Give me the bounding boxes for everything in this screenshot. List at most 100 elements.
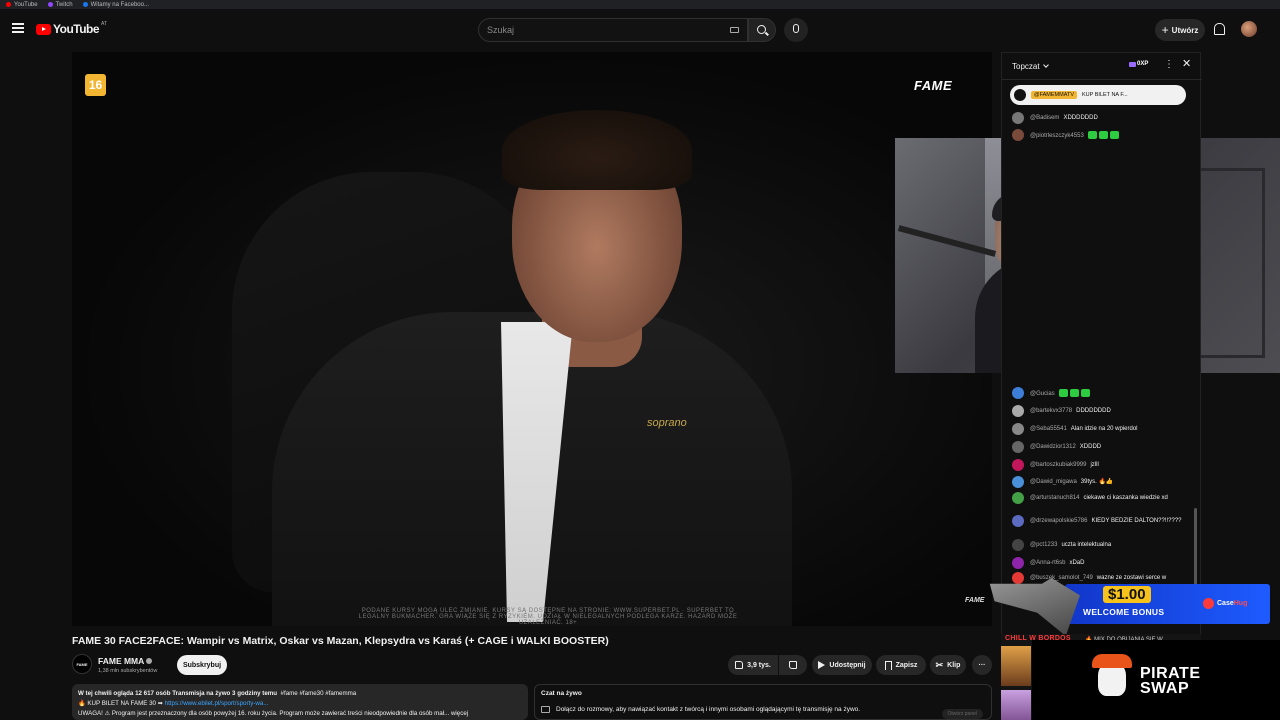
- microphone-arm: [897, 225, 997, 257]
- create-button[interactable]: + Utwórz: [1155, 19, 1205, 41]
- chat-mode-dropdown[interactable]: Topczat: [1012, 62, 1049, 71]
- share-button[interactable]: Udostępnij: [812, 655, 872, 675]
- emote-icon: [1058, 389, 1068, 397]
- plus-icon: +: [1161, 23, 1169, 37]
- chat-bubble-icon: [541, 706, 550, 713]
- fame-logo: FAME: [914, 78, 953, 93]
- open-panel-button[interactable]: Otwórz panel: [941, 709, 983, 719]
- search-icon: [757, 25, 766, 34]
- xp-badge[interactable]: 0XP: [1129, 61, 1148, 67]
- bookmark-youtube[interactable]: YouTube: [6, 2, 38, 8]
- avatar: [1012, 112, 1024, 124]
- chat-message: @Gucias: [1012, 387, 1190, 399]
- avatar: [1012, 476, 1024, 488]
- ticket-link[interactable]: https://www.ebilet.pl/sport/sporty-wa...: [165, 700, 269, 707]
- chat-message: @Anna-rt6sb xDaD: [1012, 557, 1190, 569]
- voice-search-button[interactable]: [784, 18, 808, 42]
- bookmark-facebook[interactable]: Witamy na Faceboo...: [82, 2, 149, 8]
- avatar: [1012, 492, 1024, 504]
- emote-icon: [1087, 131, 1097, 139]
- pinned-message[interactable]: @FAMEMMATV KUP BILET NA F...: [1010, 85, 1186, 105]
- channel-avatar[interactable]: FAME: [72, 654, 92, 674]
- search-input[interactable]: Szukaj: [478, 18, 748, 42]
- more-actions-button[interactable]: ···: [972, 655, 992, 675]
- more-options-icon[interactable]: ⋮: [1164, 60, 1174, 70]
- chevron-down-icon: [1042, 62, 1049, 68]
- bookmark-twitch[interactable]: Twitch: [47, 2, 73, 8]
- video-description[interactable]: W tej chwili ogląda 12 617 osób Transmis…: [72, 684, 528, 720]
- avatar: [1012, 515, 1024, 527]
- save-button[interactable]: Zapisz: [876, 655, 926, 675]
- chat-message: @Dawidzior1312 XDDDD: [1012, 441, 1190, 453]
- clip-button[interactable]: ✂ Klip: [930, 655, 966, 675]
- avatar: [1012, 441, 1024, 453]
- fame-watermark: FAME: [965, 597, 985, 604]
- dislike-button[interactable]: [779, 655, 807, 675]
- share-icon: [818, 661, 826, 669]
- casehug-logo-icon: [1203, 598, 1214, 609]
- person-hair: [502, 110, 692, 190]
- facebook-icon: [82, 2, 88, 7]
- bookmark-icon: [884, 660, 892, 670]
- chat-message: @bartoszkubiak9999 jzlll: [1012, 459, 1190, 471]
- search-button[interactable]: [748, 18, 776, 42]
- bookmarks-bar: YouTube Twitch Witamy na Faceboo...: [0, 0, 1280, 9]
- scissors-icon: ✂: [935, 659, 944, 670]
- thumbs-up-icon: [735, 661, 744, 669]
- pirateswap-logo: PIRATE SWAP: [1140, 665, 1201, 697]
- pirateswap-sponsor: PIRATE SWAP: [1032, 640, 1280, 720]
- avatar: [1012, 459, 1024, 471]
- casehug-promo-overlay: $1.00 WELCOME BONUS CaseHug: [985, 578, 1270, 636]
- promo-brand: CaseHug: [1217, 600, 1248, 607]
- emote-icon: [1109, 131, 1119, 139]
- crown-icon: [1129, 61, 1136, 67]
- verified-icon: [146, 658, 153, 664]
- gambling-disclaimer: PODANE KURSY MOGĄ ULEC ZMIANIE. KURSY SĄ…: [358, 608, 738, 626]
- video-player[interactable]: soprano 16 FAME FAME PODANE KURSY MOGĄ U…: [72, 52, 992, 626]
- avatar: [1012, 423, 1024, 435]
- pinned-avatar: [1014, 89, 1026, 101]
- channel-name[interactable]: FAME MMA: [98, 656, 153, 666]
- youtube-play-icon: [36, 23, 51, 35]
- stream-thumbnail: [1001, 690, 1031, 720]
- menu-icon[interactable]: [12, 23, 24, 33]
- youtube-header: YouTube AT Szukaj + Utwórz: [0, 9, 1280, 51]
- keyboard-icon[interactable]: [730, 27, 739, 33]
- jacket-logo: soprano: [647, 417, 687, 429]
- avatar: [1012, 539, 1024, 551]
- stream-thumbnail: [1001, 646, 1031, 686]
- live-chat-teaser: Czat na żywo Dołącz do rozmowy, aby nawi…: [534, 684, 992, 720]
- avatar: [1012, 405, 1024, 417]
- emote-icon: [1098, 131, 1108, 139]
- notifications-bell-icon[interactable]: [1214, 23, 1225, 35]
- promo-card: $1.00 WELCOME BONUS CaseHug: [1065, 584, 1270, 624]
- pirate-hat-icon: [1092, 654, 1132, 668]
- age-rating-badge: 16: [85, 74, 106, 96]
- microphone-icon: [793, 24, 799, 33]
- close-icon[interactable]: ✕: [1182, 59, 1191, 70]
- chat-message: @Badisem XDDDDDDD: [1012, 112, 1190, 124]
- account-avatar[interactable]: [1241, 21, 1257, 37]
- emote-icon: [1080, 389, 1090, 397]
- avatar: [1012, 557, 1024, 569]
- avatar: [1012, 129, 1024, 141]
- gun-graphic: [989, 578, 1080, 636]
- like-button[interactable]: 3,9 tys.: [728, 655, 778, 675]
- thumbs-down-icon: [789, 661, 797, 669]
- chat-header: Topczat 0XP ⋮ ✕: [1002, 53, 1202, 80]
- chat-message: @piotrleszczyk4553: [1012, 129, 1190, 141]
- subscriber-count: 1,38 mln subskrybentów: [98, 668, 158, 674]
- chat-message: @Dawid_migawa 39tys. 🔥👍: [1012, 476, 1190, 488]
- chat-message: @drzewapolskie5786 KIEDY BEDZIE DALTON??!…: [1012, 515, 1190, 527]
- chat-message: @bartekvx3778 DDDDDDDD: [1012, 405, 1190, 417]
- subscribe-button[interactable]: Subskrybuj: [177, 655, 227, 675]
- twitch-icon: [47, 2, 53, 7]
- video-title: FAME 30 FACE2FACE: Wampir vs Matrix, Osk…: [72, 635, 609, 647]
- chat-message: @Seba55541 Alan idzie na 20 wpierdol: [1012, 423, 1190, 435]
- chat-message: @arturstanuch814 ciekawe ci kaszanka wied…: [1012, 492, 1190, 504]
- avatar: [1012, 387, 1024, 399]
- youtube-logo[interactable]: YouTube AT: [36, 21, 107, 36]
- live-chat-panel: Topczat 0XP ⋮ ✕ @FAMEMMATV KUP BILET NA …: [1001, 52, 1202, 638]
- emote-icon: [1069, 389, 1079, 397]
- youtube-icon: [6, 2, 11, 7]
